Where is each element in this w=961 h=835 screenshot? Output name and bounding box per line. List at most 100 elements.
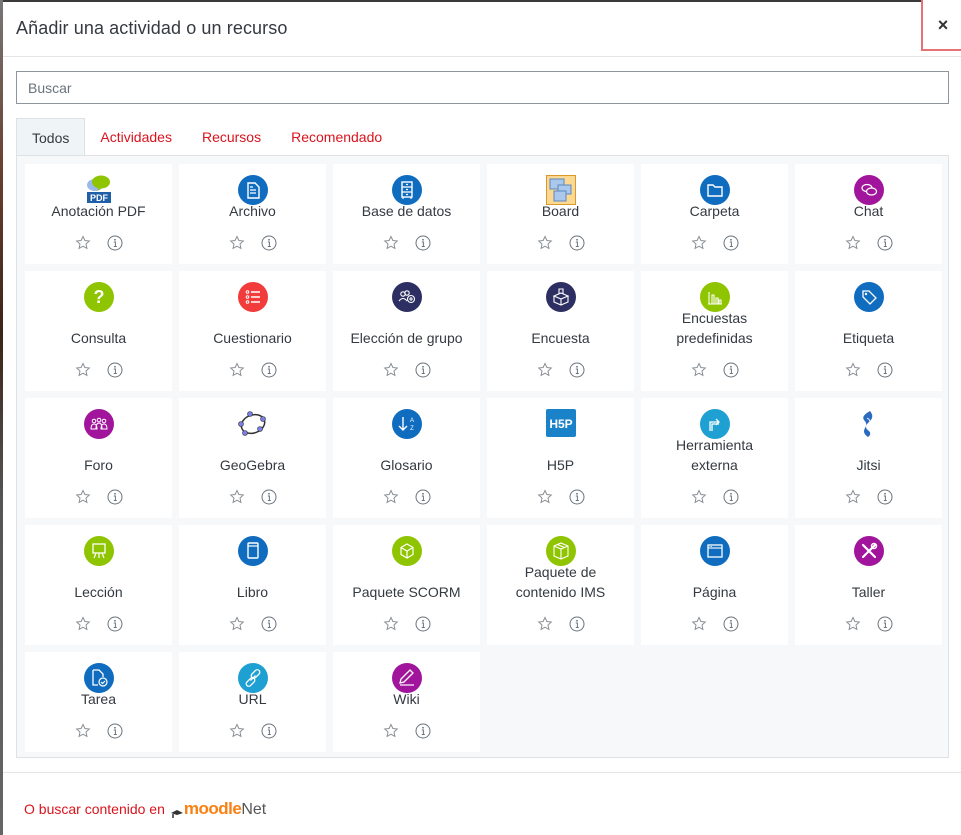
info-icon[interactable] <box>260 615 278 633</box>
star-icon[interactable] <box>690 488 708 506</box>
info-icon[interactable] <box>260 488 278 506</box>
activity-card[interactable]: Jitsi <box>795 398 942 518</box>
tab-recomendado[interactable]: Recomendado <box>276 118 397 156</box>
star-icon[interactable] <box>382 361 400 379</box>
activity-card[interactable]: GeoGebra <box>179 398 326 518</box>
info-icon[interactable] <box>106 615 124 633</box>
activity-card-actions <box>333 615 480 633</box>
star-icon[interactable] <box>382 722 400 740</box>
star-icon[interactable] <box>228 615 246 633</box>
info-icon[interactable] <box>568 361 586 379</box>
activity-card[interactable]: Encuestas predefinidas <box>641 271 788 391</box>
info-icon[interactable] <box>106 361 124 379</box>
activity-card[interactable]: Etiqueta <box>795 271 942 391</box>
star-icon[interactable] <box>74 361 92 379</box>
info-icon[interactable] <box>414 615 432 633</box>
info-icon[interactable] <box>414 234 432 252</box>
info-icon[interactable] <box>876 615 894 633</box>
star-icon[interactable] <box>74 234 92 252</box>
activity-card[interactable]: URL <box>179 652 326 752</box>
info-icon[interactable] <box>876 361 894 379</box>
info-icon[interactable] <box>414 722 432 740</box>
activity-card[interactable]: Encuesta <box>487 271 634 391</box>
moodlenet-logo: moodle Net <box>170 799 266 819</box>
star-icon[interactable] <box>228 488 246 506</box>
group-choice-icon <box>391 282 422 312</box>
svg-text:?: ? <box>93 287 104 307</box>
activity-label: Board <box>541 203 580 219</box>
activity-card[interactable]: Cuestionario <box>179 271 326 391</box>
activity-card[interactable]: Elección de grupo <box>333 271 480 391</box>
activity-card[interactable]: Libro <box>179 525 326 645</box>
star-icon[interactable] <box>844 361 862 379</box>
activity-card[interactable]: Lección <box>25 525 172 645</box>
star-icon[interactable] <box>382 234 400 252</box>
info-icon[interactable] <box>260 361 278 379</box>
star-icon[interactable] <box>536 615 554 633</box>
activity-label: Taller <box>851 584 886 600</box>
star-icon[interactable] <box>228 722 246 740</box>
close-button[interactable]: × <box>921 0 961 51</box>
moodlenet-link[interactable]: O buscar contenido en moodle Net <box>24 799 266 819</box>
activity-card[interactable]: ? Consulta <box>25 271 172 391</box>
star-icon[interactable] <box>74 615 92 633</box>
search-input[interactable] <box>16 71 949 104</box>
activity-card[interactable]: Tarea <box>25 652 172 752</box>
activity-card[interactable]: Chat <box>795 164 942 264</box>
activity-card[interactable]: Base de datos <box>333 164 480 264</box>
info-icon[interactable] <box>722 488 740 506</box>
star-icon[interactable] <box>536 361 554 379</box>
star-icon[interactable] <box>228 361 246 379</box>
star-icon[interactable] <box>690 361 708 379</box>
tab-todos[interactable]: Todos <box>16 118 86 156</box>
activity-label: Anotación PDF <box>51 203 146 219</box>
info-icon[interactable] <box>568 615 586 633</box>
activity-card[interactable]: Taller <box>795 525 942 645</box>
activity-card-actions <box>333 722 480 740</box>
tab-actividades[interactable]: Actividades <box>85 118 187 156</box>
activity-card[interactable]: Página <box>641 525 788 645</box>
star-icon[interactable] <box>844 615 862 633</box>
tab-recursos[interactable]: Recursos <box>187 118 276 156</box>
star-icon[interactable] <box>382 488 400 506</box>
activity-card[interactable]: Paquete de contenido IMS <box>487 525 634 645</box>
activity-card[interactable]: Archivo <box>179 164 326 264</box>
activity-card[interactable]: Paquete SCORM <box>333 525 480 645</box>
info-icon[interactable] <box>722 361 740 379</box>
activity-card[interactable]: Foro <box>25 398 172 518</box>
info-icon[interactable] <box>106 488 124 506</box>
activity-card[interactable]: Herramienta externa <box>641 398 788 518</box>
info-icon[interactable] <box>568 234 586 252</box>
star-icon[interactable] <box>690 615 708 633</box>
star-icon[interactable] <box>690 234 708 252</box>
info-icon[interactable] <box>568 488 586 506</box>
star-icon[interactable] <box>536 488 554 506</box>
star-icon[interactable] <box>844 234 862 252</box>
info-icon[interactable] <box>106 234 124 252</box>
info-icon[interactable] <box>260 234 278 252</box>
star-icon[interactable] <box>382 615 400 633</box>
info-icon[interactable] <box>106 722 124 740</box>
activity-card-actions <box>795 361 942 379</box>
activity-card[interactable]: Board <box>487 164 634 264</box>
info-icon[interactable] <box>414 488 432 506</box>
activity-card[interactable]: Wiki <box>333 652 480 752</box>
info-icon[interactable] <box>260 722 278 740</box>
activity-card[interactable]: PDF Anotación PDF <box>25 164 172 264</box>
info-icon[interactable] <box>876 488 894 506</box>
activity-card[interactable]: H5P H5P <box>487 398 634 518</box>
info-icon[interactable] <box>414 361 432 379</box>
star-icon[interactable] <box>536 234 554 252</box>
activity-card[interactable]: A Z Glosario <box>333 398 480 518</box>
sort-az-icon: AZ <box>391 409 422 439</box>
star-icon[interactable] <box>74 488 92 506</box>
info-icon[interactable] <box>722 234 740 252</box>
activity-label: Lección <box>74 584 123 600</box>
page-icon <box>699 536 730 566</box>
info-icon[interactable] <box>722 615 740 633</box>
activity-card[interactable]: Carpeta <box>641 164 788 264</box>
star-icon[interactable] <box>228 234 246 252</box>
star-icon[interactable] <box>74 722 92 740</box>
info-icon[interactable] <box>876 234 894 252</box>
star-icon[interactable] <box>844 488 862 506</box>
